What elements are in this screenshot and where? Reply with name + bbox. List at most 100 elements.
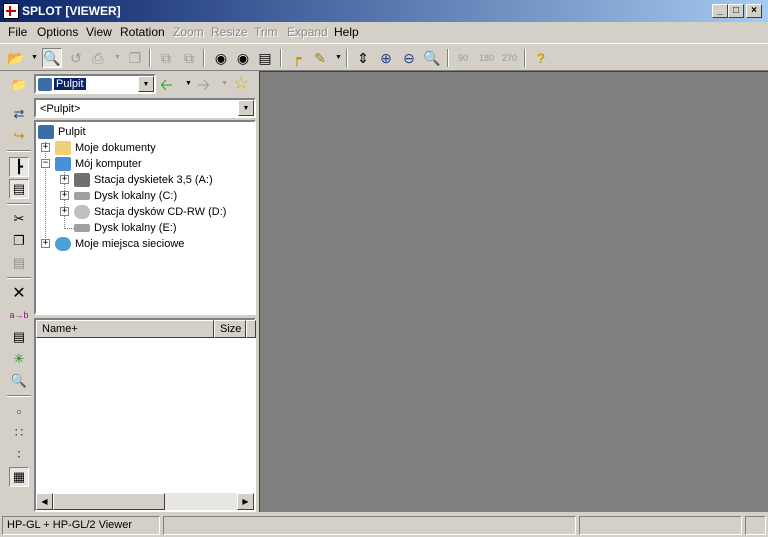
menu-resize[interactable]: Resize (211, 25, 248, 39)
chevron-down-icon[interactable]: ▼ (238, 100, 254, 116)
zoom-out-icon[interactable]: ⊖ (399, 48, 419, 68)
forward-dropdown-arrow[interactable]: ▼ (221, 80, 228, 87)
zoom-window-icon[interactable]: 🔍 (422, 48, 442, 68)
browser-view-icon[interactable]: 🔍 (42, 48, 62, 68)
rotate-180-button[interactable]: 180 (479, 53, 494, 63)
multi-page-icon[interactable]: ⧉ (179, 48, 199, 68)
folder-up-icon[interactable]: 📁 (9, 75, 29, 95)
copy-image-icon[interactable]: ❐ (125, 48, 145, 68)
open-folder-icon[interactable]: 📂 (6, 48, 26, 68)
details-view-icon[interactable]: ▦ (9, 467, 29, 487)
menu-file[interactable]: File (8, 25, 27, 39)
binoculars-icon[interactable]: ◉ (211, 48, 231, 68)
large-icons-icon[interactable]: ▫ (9, 401, 29, 421)
status-panel-3 (579, 516, 742, 535)
title-bar[interactable]: SPLOT [VIEWER] _ □ × (0, 0, 768, 22)
properties-icon[interactable]: ▤ (255, 48, 275, 68)
maximize-button[interactable]: □ (728, 4, 744, 18)
print-dropdown-arrow[interactable]: ▼ (114, 54, 121, 61)
zoom-in-icon[interactable]: ⊕ (376, 48, 396, 68)
help-icon[interactable]: ? (531, 48, 551, 68)
window-title: SPLOT [VIEWER] (22, 4, 121, 18)
app-icon[interactable] (3, 3, 19, 19)
scroll-right-icon[interactable]: ▶ (237, 493, 254, 510)
binoculars-next-icon[interactable]: ◉ (233, 48, 253, 68)
menu-trim[interactable]: Trim (254, 25, 278, 39)
file-list[interactable]: Name+ Size ◀ ▶ (34, 318, 256, 512)
menu-rotation[interactable]: Rotation (120, 25, 165, 39)
refresh-icon[interactable]: ↺ (66, 48, 86, 68)
delete-icon[interactable]: ✕ (9, 283, 29, 303)
menu-help[interactable]: Help (334, 25, 359, 39)
expand-plus-icon[interactable]: + (41, 239, 50, 248)
new-folder-icon[interactable]: ✳ (9, 349, 29, 369)
file-properties-icon[interactable]: ▤ (9, 327, 29, 347)
size-grip[interactable] (745, 516, 766, 535)
measure-icon[interactable]: ✎ (310, 48, 330, 68)
close-button[interactable]: × (746, 4, 762, 18)
status-bar: HP-GL + HP-GL/2 Viewer (0, 514, 768, 537)
expand-plus-icon[interactable]: + (60, 207, 69, 216)
print-icon[interactable]: ⎙ (88, 48, 108, 68)
toolbar-separator (346, 49, 348, 67)
list-view-icon[interactable]: ∶ (9, 445, 29, 465)
tree-node-my-documents[interactable]: Moje dokumenty (55, 140, 156, 156)
folder-combo[interactable]: Pulpit ▼ (34, 74, 156, 94)
split-view-icon[interactable]: ▤ (9, 179, 29, 199)
tree-node-cdrw[interactable]: Stacja dysków CD-RW (D:) (74, 204, 226, 220)
scroll-left-icon[interactable]: ◀ (36, 493, 53, 510)
column-header-extra[interactable] (246, 320, 256, 338)
hard-disk-icon (74, 224, 90, 232)
fit-page-icon[interactable]: ⇕ (353, 48, 373, 68)
find-file-icon[interactable]: 🔍 (9, 371, 29, 391)
copy-icon[interactable]: ❐ (9, 231, 29, 251)
desktop-icon (38, 78, 52, 91)
chevron-down-icon[interactable]: ▼ (138, 76, 154, 92)
horizontal-scrollbar[interactable]: ◀ ▶ (36, 493, 254, 510)
open-dropdown-arrow[interactable]: ▼ (31, 54, 38, 61)
cd-drive-icon (74, 205, 90, 219)
menu-expand[interactable]: Expand (287, 25, 328, 39)
forward-arrow-icon[interactable]: 🡢 (197, 74, 217, 94)
tree-line (45, 142, 46, 242)
drawing-viewer-area[interactable] (259, 71, 768, 512)
column-header-size[interactable]: Size (214, 320, 246, 338)
main-toolbar: 📂 ▼ 🔍 ↺ ⎙ ▼ ❐ ⧉ ⧉ ◉ ◉ ▤ ┍ ✎ ▼ ⇕ ⊕ ⊖ 🔍 90… (0, 43, 768, 71)
rotate-90-button[interactable]: 90 (458, 53, 468, 63)
column-header-name[interactable]: Name+ (36, 320, 214, 338)
menu-options[interactable]: Options (37, 25, 78, 39)
tree-node-pulpit[interactable]: Pulpit (38, 124, 86, 140)
minimize-button[interactable]: _ (712, 4, 728, 18)
tree-node-disk-c[interactable]: Dysk lokalny (C:) (74, 188, 177, 204)
ruler-icon[interactable]: ┍ (287, 48, 307, 68)
goto-folder-icon[interactable]: ↪ (9, 126, 29, 146)
expand-plus-icon[interactable]: + (60, 191, 69, 200)
expand-plus-icon[interactable]: + (60, 175, 69, 184)
menu-zoom[interactable]: Zoom (173, 25, 204, 39)
menu-view[interactable]: View (86, 25, 112, 39)
rotate-270-button[interactable]: 270 (502, 53, 517, 63)
back-dropdown-arrow[interactable]: ▼ (185, 80, 192, 87)
collapse-minus-icon[interactable]: − (41, 159, 50, 168)
tree-node-network[interactable]: Moje miejsca sieciowe (55, 236, 184, 252)
sync-icon[interactable]: ⇄ (9, 104, 29, 124)
folder-tree[interactable]: Pulpit + Moje dokumenty − Mój komputer +… (34, 120, 256, 315)
floppy-drive-icon (74, 173, 90, 187)
tree-line (64, 228, 74, 229)
path-combo[interactable]: <Pulpit> ▼ (34, 98, 256, 118)
small-icons-icon[interactable]: ∷ (9, 423, 29, 443)
back-arrow-icon[interactable]: 🡠 (160, 74, 180, 94)
cut-icon[interactable]: ✂ (9, 209, 29, 229)
tree-node-floppy[interactable]: Stacja dyskietek 3,5 (A:) (74, 172, 213, 188)
paste-icon[interactable]: ▤ (9, 253, 29, 273)
tree-view-icon[interactable]: ┣ (9, 157, 29, 177)
copy-page-icon[interactable]: ⧉ (156, 48, 176, 68)
side-separator (7, 277, 31, 279)
expand-plus-icon[interactable]: + (41, 143, 50, 152)
favorites-star-icon[interactable]: ☆ (233, 73, 249, 94)
tree-node-disk-e[interactable]: Dysk lokalny (E:) (74, 220, 177, 236)
measure-dropdown-arrow[interactable]: ▼ (335, 54, 342, 61)
tree-node-my-computer[interactable]: Mój komputer (55, 156, 142, 172)
scrollbar-thumb[interactable] (53, 493, 165, 510)
rename-icon[interactable]: a→b (9, 305, 29, 325)
